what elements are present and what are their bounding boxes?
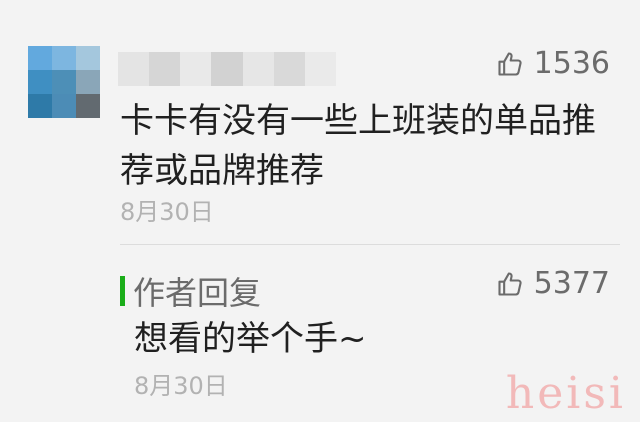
reply-text: 想看的举个手~ — [134, 319, 367, 359]
comment-text: 卡卡有没有一些上班装的单品推荐或品牌推荐 — [120, 101, 596, 191]
divider — [120, 244, 620, 245]
reply-date: 8月30日 — [134, 372, 228, 400]
author-reply-label: 作者回复 — [133, 274, 262, 312]
username-blurred — [118, 52, 336, 86]
watermark: heisi — [505, 368, 626, 419]
like-count: 1536 — [533, 46, 610, 81]
like-button[interactable]: 1536 — [496, 46, 610, 81]
reply-like-count: 5377 — [533, 266, 610, 301]
reply-like-button[interactable]: 5377 — [496, 266, 610, 301]
author-reply-header: 作者回复 — [120, 268, 261, 314]
thumbs-up-icon — [498, 271, 522, 296]
avatar[interactable] — [28, 46, 100, 118]
comment-date: 8月30日 — [120, 198, 214, 226]
thumbs-up-icon — [498, 51, 522, 76]
comment-card: 1536 卡卡有没有一些上班装的单品推荐或品牌推荐 8月30日 — [0, 0, 640, 240]
reply-accent-bar — [120, 276, 125, 306]
